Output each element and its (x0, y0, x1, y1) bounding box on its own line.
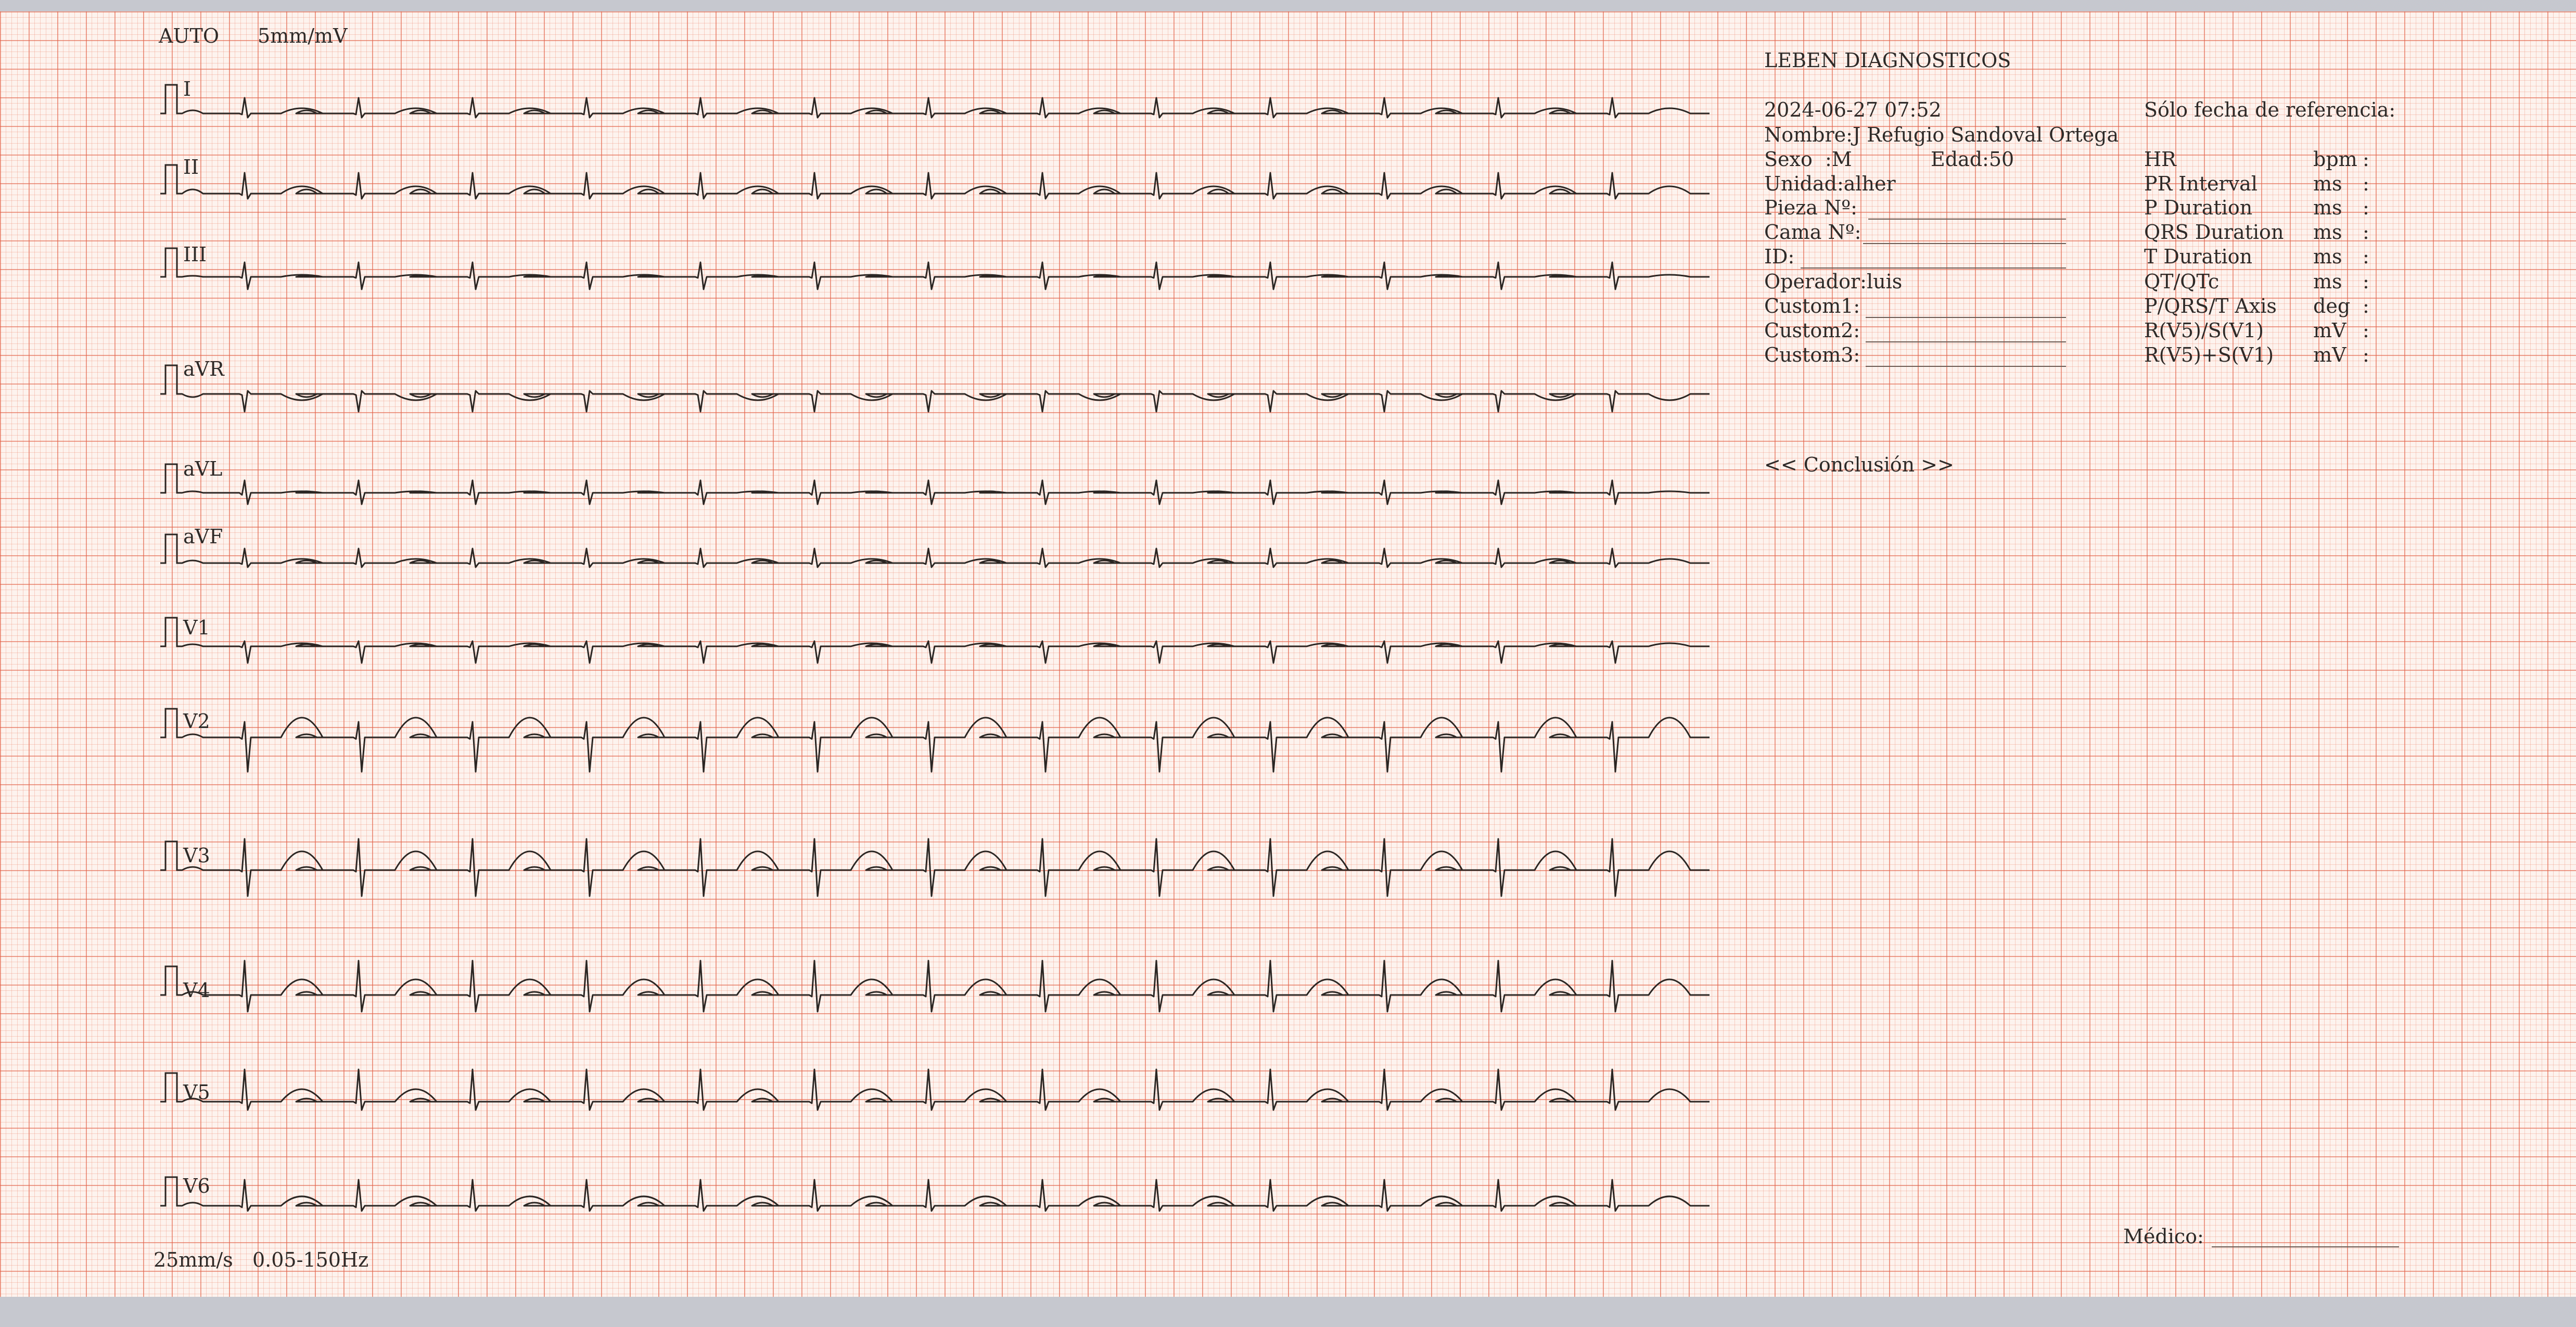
measurement-name: P Duration (2144, 196, 2253, 219)
measurement-name: R(V5)/S(V1) (2144, 319, 2264, 342)
measurement-sep: : (2363, 319, 2369, 342)
measurement-sep: : (2363, 172, 2369, 195)
lead-label-II: II (183, 156, 199, 178)
calibration-pulse (160, 164, 180, 195)
calibration-pulse (160, 617, 180, 647)
custom3-underline (1866, 366, 2066, 367)
measurement-name: QRS Duration (2144, 221, 2284, 244)
calibration-pulse (160, 965, 180, 996)
lead-label-III: III (183, 243, 207, 266)
measurement-unit: ms (2313, 172, 2342, 195)
custom2: Custom2: (1764, 319, 1860, 342)
custom1: Custom1: (1764, 295, 1860, 317)
lead-trace-I (180, 97, 1710, 119)
ecg-sheet: AUTO 5mm/mV I II III aVR aVL aVF V1 V2 V… (0, 11, 2576, 1297)
lead-trace-V1 (180, 640, 1710, 664)
reference-label: Sólo fecha de referencia: (2144, 98, 2396, 121)
patient-sex: Sexo :M (1764, 148, 1852, 171)
measurement-sep: : (2363, 148, 2369, 171)
custom3: Custom3: (1764, 343, 1860, 366)
mode-label: AUTO (159, 24, 219, 47)
measurement-name: HR (2144, 148, 2176, 171)
measurement-name: R(V5)+S(V1) (2144, 343, 2274, 366)
lead-trace-V3 (180, 838, 1710, 897)
custom2-underline (1866, 341, 2066, 342)
lead-trace-V5 (180, 1068, 1710, 1111)
measurement-sep: : (2363, 270, 2369, 293)
measurement-sep: : (2363, 343, 2369, 366)
lead-label-aVL: aVL (183, 457, 223, 480)
calibration-pulse (160, 84, 180, 114)
medico-underline (2212, 1246, 2399, 1247)
measurement-unit: ms (2313, 221, 2342, 244)
measurement-name: QT/QTc (2144, 270, 2220, 293)
calibration-pulse (160, 1176, 180, 1207)
institution-name: LEBEN DIAGNOSTICOS (1764, 49, 2011, 72)
lead-trace-V6 (180, 1179, 1710, 1212)
measurement-sep: : (2363, 196, 2369, 219)
measurement-sep: : (2363, 245, 2369, 268)
lead-trace-aVF (180, 547, 1710, 568)
lead-label-V3: V3 (183, 844, 210, 867)
calibration-pulse (160, 533, 180, 564)
id-underline (1801, 267, 2066, 269)
lead-trace-aVR (180, 390, 1710, 413)
lead-label-V2: V2 (183, 710, 210, 733)
lead-label-I: I (183, 78, 192, 100)
calibration-pulse (160, 840, 180, 871)
measurement-unit: mV (2313, 319, 2347, 342)
patient-age: Edad:50 (1931, 148, 2014, 171)
operator: Operador:luis (1764, 270, 1903, 293)
patient-id: ID: (1764, 245, 1795, 268)
filter-label: 0.05-150Hz (252, 1248, 369, 1271)
lead-label-V5: V5 (183, 1081, 210, 1104)
measurement-unit: ms (2313, 245, 2342, 268)
measurement-unit: deg (2313, 295, 2351, 317)
calibration-pulse (160, 708, 180, 738)
lead-label-V4: V4 (183, 979, 210, 1002)
measurement-unit: mV (2313, 343, 2347, 366)
room-underline (1868, 219, 2066, 220)
custom1-underline (1866, 317, 2066, 318)
calibration-pulse (160, 1072, 180, 1103)
lead-label-aVF: aVF (183, 525, 223, 548)
lead-label-V1: V1 (183, 616, 210, 639)
patient-bed: Cama Nº: (1764, 221, 1861, 244)
lead-trace-V2 (180, 717, 1710, 773)
speed-label: 25mm/s (154, 1248, 233, 1271)
measurement-name: PR Interval (2144, 172, 2258, 195)
calibration-pulse (160, 364, 180, 395)
measurement-name: T Duration (2144, 245, 2252, 268)
lead-trace-V4 (180, 960, 1710, 1013)
measurement-name: P/QRS/T Axis (2144, 295, 2277, 317)
measurement-sep: : (2363, 221, 2369, 244)
record-datetime: 2024-06-27 07:52 (1764, 98, 1942, 121)
measurement-unit: ms (2313, 270, 2342, 293)
measurement-unit: bpm (2313, 148, 2357, 171)
patient-unit: Unidad:alher (1764, 172, 1896, 195)
lead-trace-aVL (180, 479, 1710, 505)
conclusion-label: << Conclusión >> (1764, 453, 1954, 476)
measurement-unit: ms (2313, 196, 2342, 219)
medico-label: Médico: (2123, 1225, 2204, 1248)
measurement-sep: : (2363, 295, 2369, 317)
patient-name: Nombre:J Refugio Sandoval Ortega (1764, 123, 2119, 146)
patient-room: Pieza Nº: (1764, 196, 1857, 219)
calibration-pulse (160, 463, 180, 494)
calibration-pulse (160, 247, 180, 278)
lead-label-aVR: aVR (183, 358, 224, 380)
gain-label: 5mm/mV (258, 24, 348, 47)
bed-underline (1863, 243, 2066, 244)
lead-trace-II (180, 172, 1710, 200)
lead-trace-III (180, 261, 1710, 290)
lead-label-V6: V6 (183, 1175, 210, 1197)
